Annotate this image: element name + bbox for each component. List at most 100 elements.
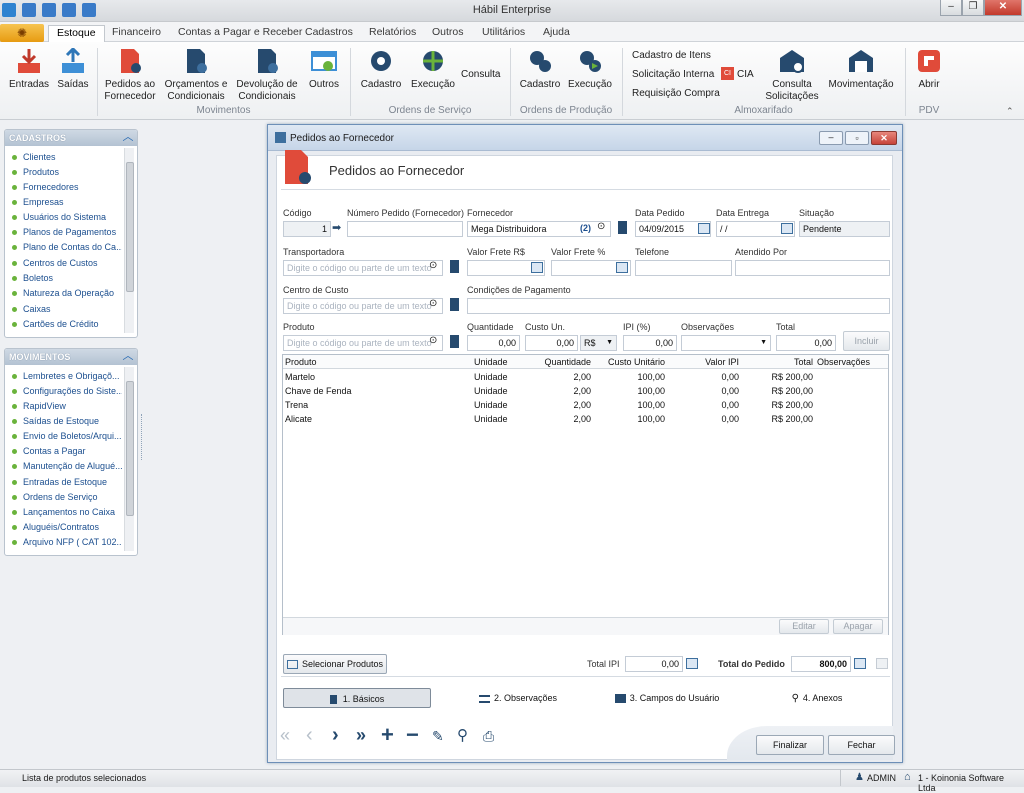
col-unidade[interactable]: Unidade <box>474 357 508 367</box>
quantidade-field[interactable]: 0,00 <box>467 335 520 351</box>
document-icon[interactable] <box>618 221 627 234</box>
calculator-icon[interactable] <box>854 658 866 669</box>
col-total[interactable]: Total <box>753 357 813 367</box>
dialog-maximize-button[interactable]: ▫ <box>845 131 869 145</box>
splitter-handle[interactable] <box>141 414 146 460</box>
calculator-icon[interactable] <box>876 658 888 669</box>
tab-basicos[interactable]: 1. Básicos <box>283 688 431 708</box>
solicitacao-interna-button[interactable]: Solicitação Interna <box>632 69 714 80</box>
menu-tab-estoque[interactable]: Estoque <box>48 25 105 42</box>
table-row[interactable]: Alicate Unidade 2,00 100,00 0,00 R$ 200,… <box>283 412 888 426</box>
close-button[interactable]: ✕ <box>984 0 1022 16</box>
entradas-button[interactable]: Entradas <box>8 48 50 91</box>
moeda-select[interactable]: R$ ▼ <box>580 335 617 351</box>
editar-button[interactable]: Editar <box>779 619 829 634</box>
binoculars-icon[interactable]: ⊙ <box>597 221 605 232</box>
sidebar-item[interactable]: Arquivo NFP ( CAT 102... <box>12 537 122 547</box>
pdv-abrir-button[interactable]: Abrir <box>910 48 948 91</box>
op-cadastro-button[interactable]: Cadastro <box>517 48 563 91</box>
menu-tab-cadastros[interactable]: Cadastros <box>297 25 361 42</box>
saidas-button[interactable]: Saídas <box>54 46 92 91</box>
sidebar-item[interactable]: Clientes <box>12 152 122 162</box>
sidebar-item[interactable]: Boletos <box>12 273 122 283</box>
atendido-por-field[interactable] <box>735 260 890 276</box>
sidebar-item[interactable]: Manutenção de Alugué... <box>12 461 122 471</box>
sidebar-item[interactable]: Centros de Custos <box>12 258 122 268</box>
numero-pedido-field[interactable] <box>347 221 463 237</box>
previous-record-icon[interactable]: ‹ <box>306 725 326 746</box>
condicoes-pagamento-field[interactable] <box>467 298 890 314</box>
menu-tab-utilitarios[interactable]: Utilitários <box>474 25 533 42</box>
menu-tab-contas[interactable]: Contas a Pagar e Receber <box>170 25 310 42</box>
orcamentos-button[interactable]: Orçamentos e Condicionais <box>162 48 230 103</box>
scrollbar[interactable] <box>124 367 134 551</box>
incluir-button[interactable]: Incluir <box>843 331 890 351</box>
centro-custo-field[interactable]: Digite o código ou parte de um texto <box>283 298 443 314</box>
ribbon-collapse-icon[interactable]: ⌃ <box>1006 106 1014 117</box>
print-icon[interactable]: ⎙ <box>483 726 503 746</box>
devolucao-button[interactable]: Devolução de Condicionais <box>234 48 300 103</box>
calculator-icon[interactable] <box>686 658 698 669</box>
add-record-icon[interactable]: + <box>381 724 401 746</box>
calculator-icon[interactable] <box>616 262 628 273</box>
chevron-up-icon[interactable]: ︿ <box>122 351 134 363</box>
sidebar-item[interactable]: Configurações do Siste... <box>12 386 122 396</box>
edit-record-icon[interactable]: ✎ <box>432 726 452 746</box>
restore-button[interactable]: ❐ <box>962 0 984 16</box>
sidebar-item[interactable]: Usuários do Sistema <box>12 212 122 222</box>
col-observacoes[interactable]: Observações <box>817 357 870 367</box>
table-row[interactable]: Trena Unidade 2,00 100,00 0,00 R$ 200,00 <box>283 398 888 412</box>
transportadora-field[interactable]: Digite o código ou parte de um texto <box>283 260 443 276</box>
app-menu-button[interactable]: ✺ <box>0 24 44 42</box>
fechar-button[interactable]: Fechar <box>828 735 895 755</box>
dialog-close-button[interactable]: ✕ <box>871 131 897 145</box>
requisicao-compra-button[interactable]: Requisição Compra <box>632 88 720 99</box>
consulta-solicitacoes-button[interactable]: Consulta Solicitações <box>764 48 820 103</box>
next-record-icon[interactable]: › <box>332 725 352 746</box>
chevron-up-icon[interactable]: ︿ <box>122 132 134 144</box>
sidebar-item[interactable]: Saídas de Estoque <box>12 416 122 426</box>
dialog-minimize-button[interactable]: – <box>819 131 843 145</box>
scrollbar-thumb[interactable] <box>126 162 134 292</box>
cia-button[interactable]: CIA <box>737 69 754 80</box>
op-execucao-button[interactable]: Execução <box>567 48 613 91</box>
movimentacao-button[interactable]: Movimentação <box>826 48 896 91</box>
tab-anexos[interactable]: ⚲ 4. Anexos <box>769 688 865 708</box>
binoculars-icon[interactable]: ⊙ <box>429 298 437 309</box>
os-execucao-button[interactable]: Execução <box>410 48 456 91</box>
menu-tab-financeiro[interactable]: Financeiro <box>104 25 169 42</box>
finalizar-button[interactable]: Finalizar <box>756 735 824 755</box>
observacoes-select[interactable]: ▼ <box>681 335 771 351</box>
sidebar-item[interactable]: Caixas <box>12 304 122 314</box>
calculator-icon[interactable] <box>531 262 543 273</box>
sidebar-item[interactable]: Cartões de Crédito <box>12 319 122 329</box>
sidebar-item[interactable]: Aluguéis/Contratos <box>12 522 122 532</box>
sidebar-item[interactable]: Lembretes e Obrigaçõ... <box>12 371 122 381</box>
calendar-icon[interactable] <box>698 223 710 234</box>
sidebar-item[interactable]: Produtos <box>12 167 122 177</box>
sidebar-item[interactable]: Planos de Pagamentos <box>12 227 122 237</box>
tab-observacoes[interactable]: 2. Observações <box>453 688 583 708</box>
os-consulta-button[interactable]: Consulta <box>461 69 500 80</box>
sidebar-item[interactable]: Fornecedores <box>12 182 122 192</box>
search-icon[interactable]: ⚲ <box>457 726 477 746</box>
codigo-field[interactable]: 1 <box>283 221 331 237</box>
sidebar-item[interactable]: Lançamentos no Caixa <box>12 507 122 517</box>
minimize-button[interactable]: – <box>940 0 962 16</box>
binoculars-icon[interactable]: ⊙ <box>429 260 437 271</box>
menu-tab-relatorios[interactable]: Relatórios <box>361 25 424 42</box>
outros-button[interactable]: Outros <box>304 48 344 91</box>
arrow-right-icon[interactable]: ➡ <box>332 221 341 234</box>
scrollbar-thumb[interactable] <box>126 381 134 516</box>
sidebar-item[interactable]: Ordens de Serviço <box>12 492 122 502</box>
first-record-icon[interactable]: « <box>280 726 300 746</box>
last-record-icon[interactable]: » <box>356 726 376 746</box>
sidebar-item[interactable]: Natureza da Operação <box>12 288 122 298</box>
sidebar-item[interactable]: Contas a Pagar <box>12 446 122 456</box>
binoculars-icon[interactable]: ⊙ <box>429 335 437 346</box>
menu-tab-outros[interactable]: Outros <box>424 25 472 42</box>
sidebar-item[interactable]: RapidView <box>12 401 122 411</box>
produto-field[interactable]: Digite o código ou parte de um texto <box>283 335 443 351</box>
table-row[interactable]: Chave de Fenda Unidade 2,00 100,00 0,00 … <box>283 384 888 398</box>
sidebar-item[interactable]: Empresas <box>12 197 122 207</box>
